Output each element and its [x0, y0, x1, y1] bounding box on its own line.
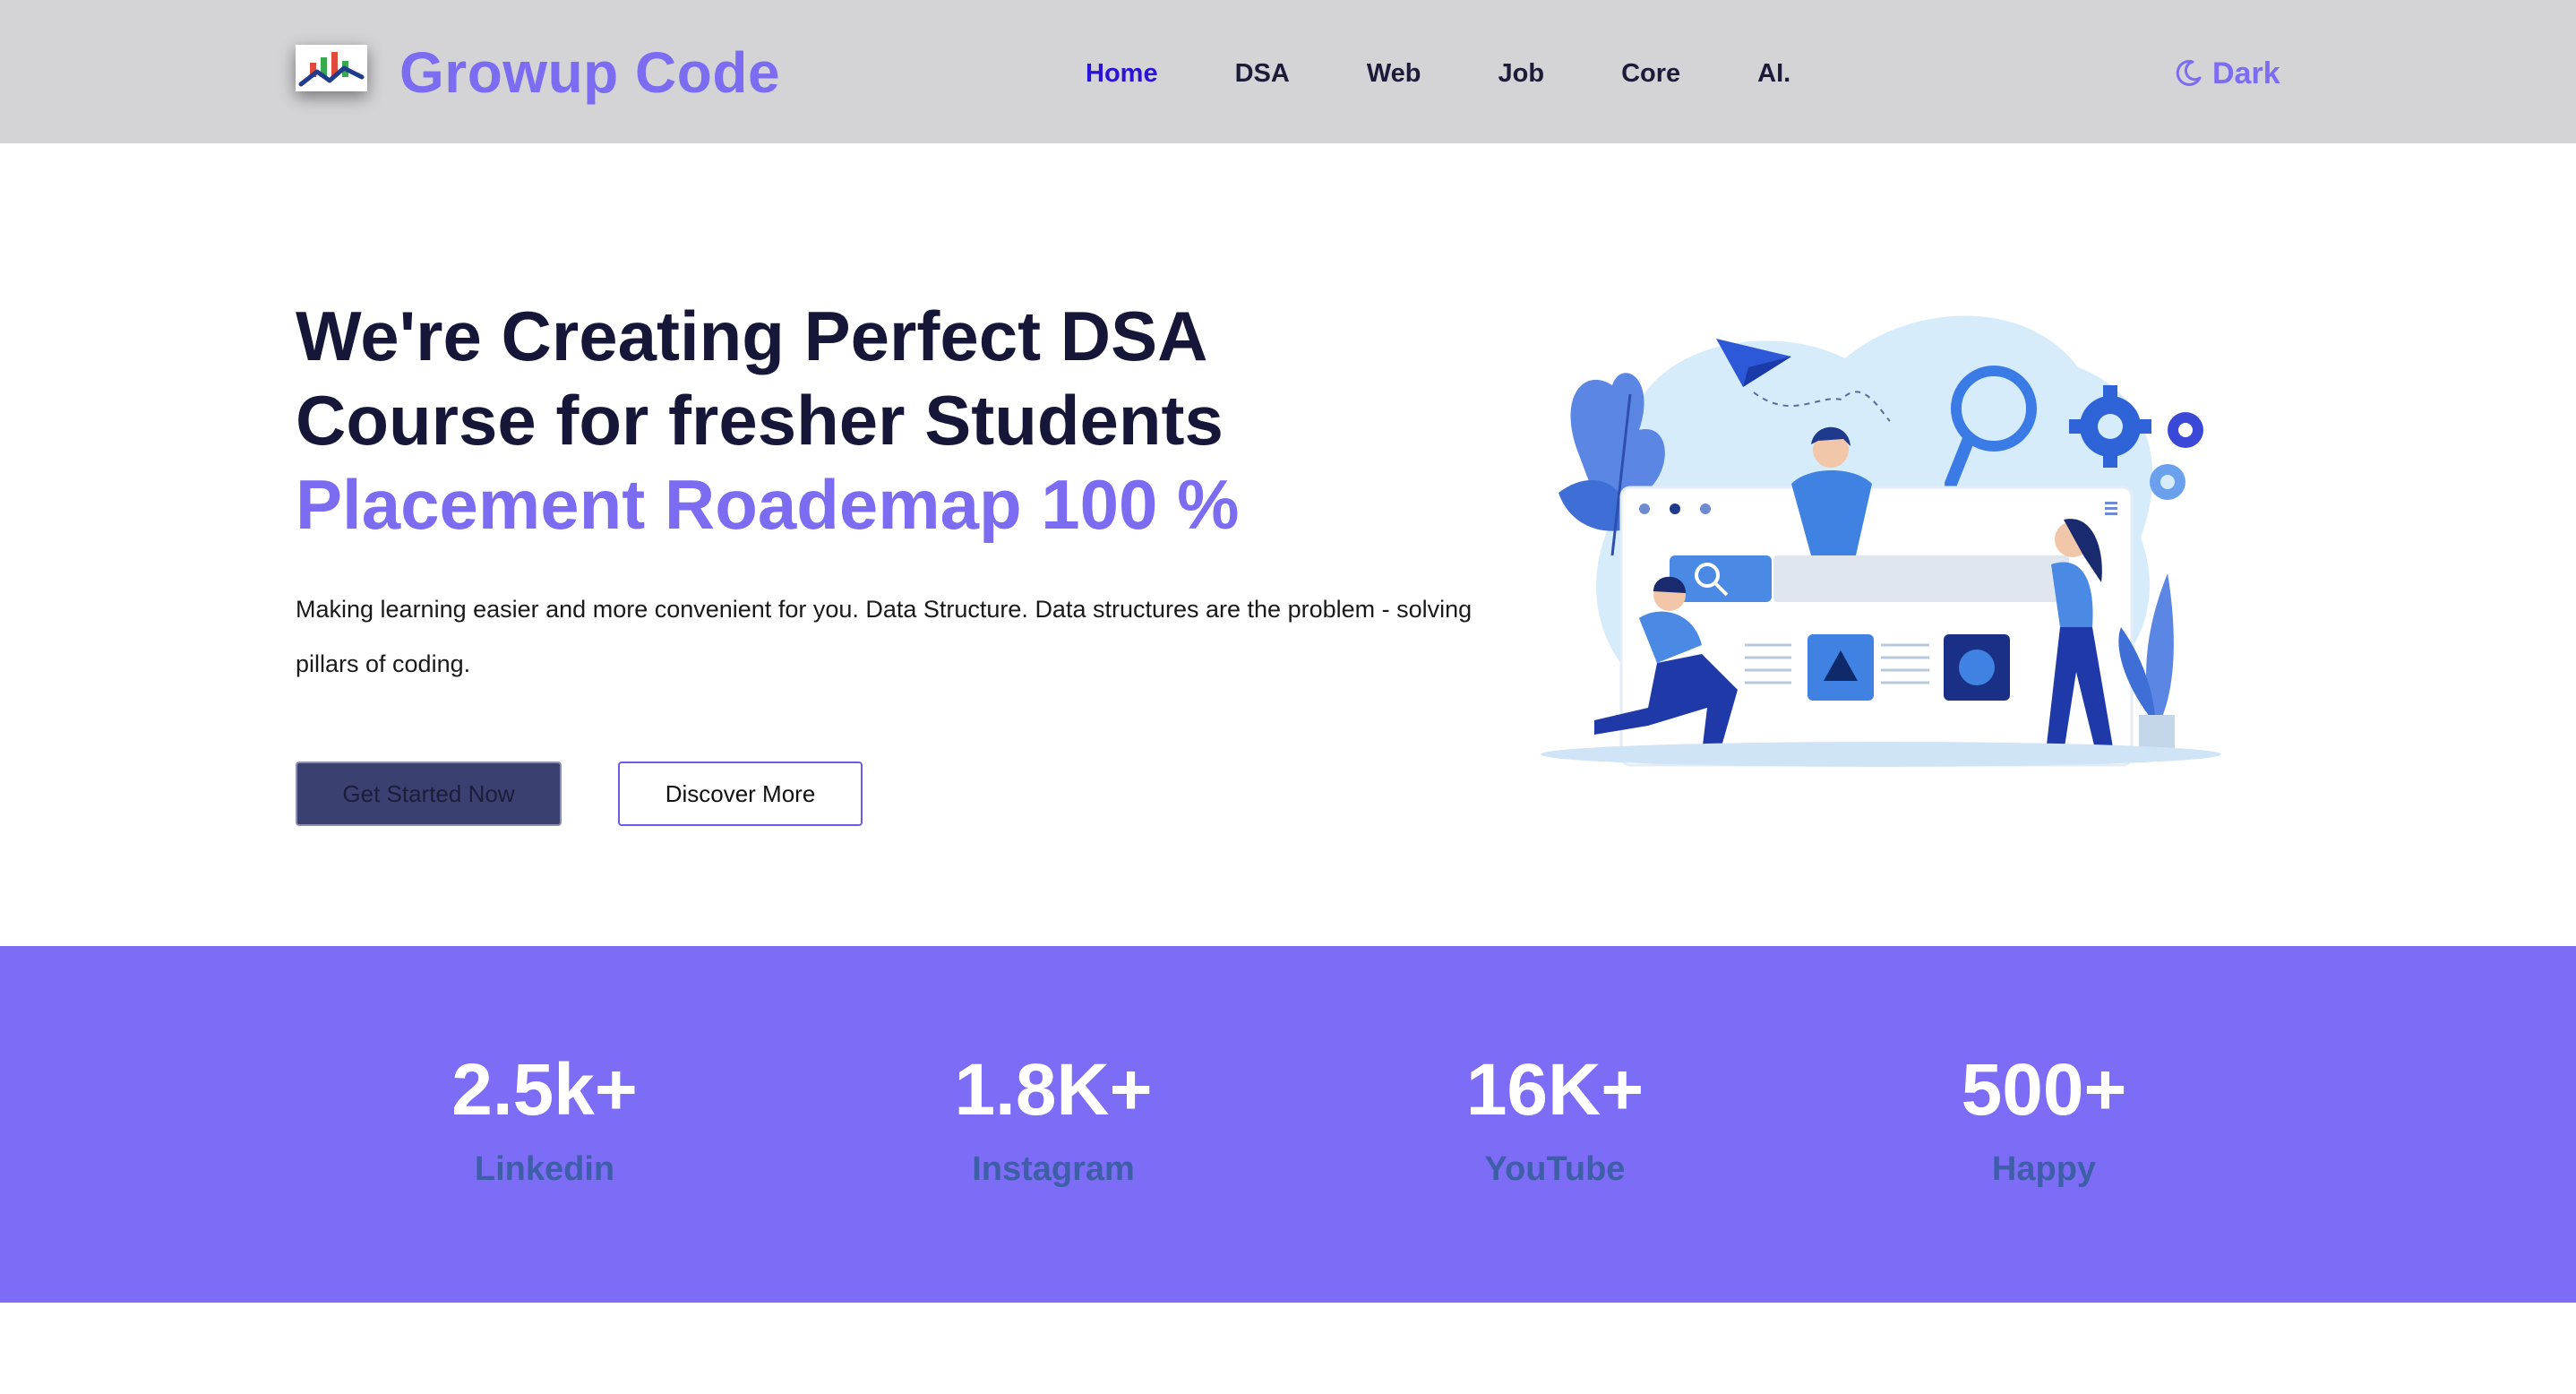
get-started-button[interactable]: Get Started Now — [296, 762, 562, 826]
hero-title-line-2: Course for fresher Students — [296, 381, 1224, 460]
small-gear-icon-2 — [2150, 464, 2185, 500]
stat-linkedin: 2.5k+ Linkedin — [383, 1054, 706, 1189]
brand-name[interactable]: Growup Code — [399, 39, 780, 106]
stat-youtube: 16K+ YouTube — [1394, 1054, 1716, 1189]
team-illustration — [1541, 315, 2221, 767]
stat-label: Happy — [1991, 1150, 2097, 1188]
dark-mode-label: Dark — [2212, 56, 2280, 90]
stat-instagram: 1.8K+ Instagram — [892, 1054, 1215, 1189]
nav-dsa[interactable]: DSA — [1235, 59, 1290, 89]
nav-home[interactable]: Home — [1086, 59, 1158, 89]
small-gear-icon — [2168, 412, 2203, 448]
nav-ai[interactable]: AI. — [1757, 59, 1790, 89]
stat-value: 2.5k+ — [451, 1049, 638, 1131]
stat-value: 16K+ — [1465, 1049, 1644, 1131]
nav-web[interactable]: Web — [1367, 59, 1421, 89]
hero-title-accent: Placement Roademap 100 % — [296, 465, 1240, 544]
moon-icon — [2176, 59, 2202, 86]
dark-mode-toggle[interactable]: Dark — [2173, 52, 2280, 95]
discover-more-button[interactable]: Discover More — [618, 762, 863, 826]
stat-happy: 500+ Happy — [1883, 1054, 2205, 1189]
stat-label: Linkedin — [474, 1150, 615, 1188]
stat-label: YouTube — [1484, 1150, 1626, 1188]
stat-value: 500+ — [1961, 1049, 2127, 1131]
nav-job[interactable]: Job — [1498, 59, 1545, 89]
main-nav: Home DSA Web Job Core AI. — [1086, 54, 1868, 93]
navbar: Growup Code Home DSA Web Job Core AI. Da… — [0, 0, 2576, 143]
chart-logo-icon[interactable] — [296, 45, 367, 91]
nav-core[interactable]: Core — [1621, 59, 1680, 89]
hero-title-line-1: We're Creating Perfect DSA — [296, 297, 1208, 375]
hero-description: Making learning easier and more convenie… — [296, 596, 1473, 677]
stats-section: 2.5k+ Linkedin 1.8K+ Instagram 16K+ YouT… — [0, 946, 2576, 1303]
stat-value: 1.8K+ — [954, 1049, 1153, 1131]
stat-label: Instagram — [972, 1150, 1135, 1188]
